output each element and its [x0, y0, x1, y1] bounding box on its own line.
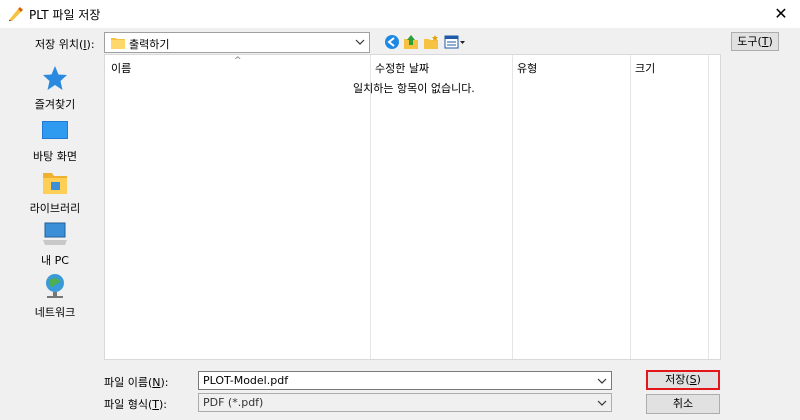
- filename-label: 파일 이름(N):: [104, 376, 169, 389]
- empty-message: 일치하는 항목이 없습니다.: [353, 82, 475, 95]
- place-label: 즐겨찾기: [34, 98, 76, 111]
- library-icon: [43, 173, 67, 194]
- view-menu-icon[interactable]: [444, 34, 466, 50]
- place-label: 내 PC: [41, 254, 69, 267]
- lookin-label: 저장 위치(I):: [35, 38, 95, 51]
- filetype-select[interactable]: PDF (*.pdf): [198, 393, 612, 412]
- place-favorites[interactable]: 즐겨찾기: [10, 64, 100, 112]
- column-type[interactable]: 유형: [517, 60, 537, 76]
- places-bar: 즐겨찾기 바탕 화면 라이브러리 내 PC 네트워크: [10, 56, 100, 358]
- tools-button[interactable]: 도구(T): [731, 32, 779, 51]
- folder-icon: [111, 38, 125, 49]
- lookin-value: 출력하기: [129, 38, 170, 51]
- chevron-down-icon[interactable]: [596, 374, 608, 388]
- app-icon: [9, 7, 23, 21]
- network-icon: [46, 274, 64, 298]
- new-folder-icon[interactable]: [423, 34, 439, 50]
- title-bar: PLT 파일 저장 ✕: [0, 0, 800, 28]
- star-icon: [43, 66, 67, 90]
- chevron-down-icon[interactable]: [354, 35, 366, 49]
- column-size[interactable]: 크기: [635, 60, 655, 76]
- place-network[interactable]: 네트워크: [10, 272, 100, 320]
- place-label: 네트워크: [34, 306, 76, 319]
- desktop-icon: [42, 121, 68, 139]
- column-divider[interactable]: [630, 55, 631, 359]
- column-name[interactable]: 이름: [111, 60, 131, 76]
- place-this-pc[interactable]: 내 PC: [10, 220, 100, 268]
- column-divider[interactable]: [708, 55, 709, 359]
- place-label: 라이브러리: [29, 202, 81, 215]
- sort-up-icon: ^: [234, 56, 242, 66]
- save-button[interactable]: 저장(S): [646, 370, 720, 390]
- place-desktop[interactable]: 바탕 화면: [10, 116, 100, 164]
- chevron-down-icon[interactable]: [596, 396, 608, 410]
- back-icon[interactable]: [384, 34, 400, 50]
- place-label: 바탕 화면: [33, 150, 77, 163]
- filename-value: PLOT-Model.pdf: [203, 374, 289, 387]
- window-title: PLT 파일 저장: [29, 8, 101, 22]
- file-list[interactable]: 이름 ^ 수정한 날짜 유형 크기 일치하는 항목이 없습니다.: [104, 54, 721, 360]
- filetype-value: PDF (*.pdf): [203, 396, 264, 409]
- up-folder-icon[interactable]: [403, 34, 419, 50]
- filename-input[interactable]: PLOT-Model.pdf: [198, 371, 612, 390]
- lookin-combo[interactable]: 출력하기: [104, 32, 370, 53]
- cancel-button[interactable]: 취소: [646, 394, 720, 414]
- filetype-label: 파일 형식(T):: [104, 398, 168, 411]
- place-libraries[interactable]: 라이브러리: [10, 168, 100, 216]
- computer-icon: [43, 222, 67, 245]
- column-divider[interactable]: [370, 55, 371, 359]
- column-modified[interactable]: 수정한 날짜: [375, 60, 429, 76]
- column-divider[interactable]: [512, 55, 513, 359]
- close-button[interactable]: ✕: [770, 3, 792, 25]
